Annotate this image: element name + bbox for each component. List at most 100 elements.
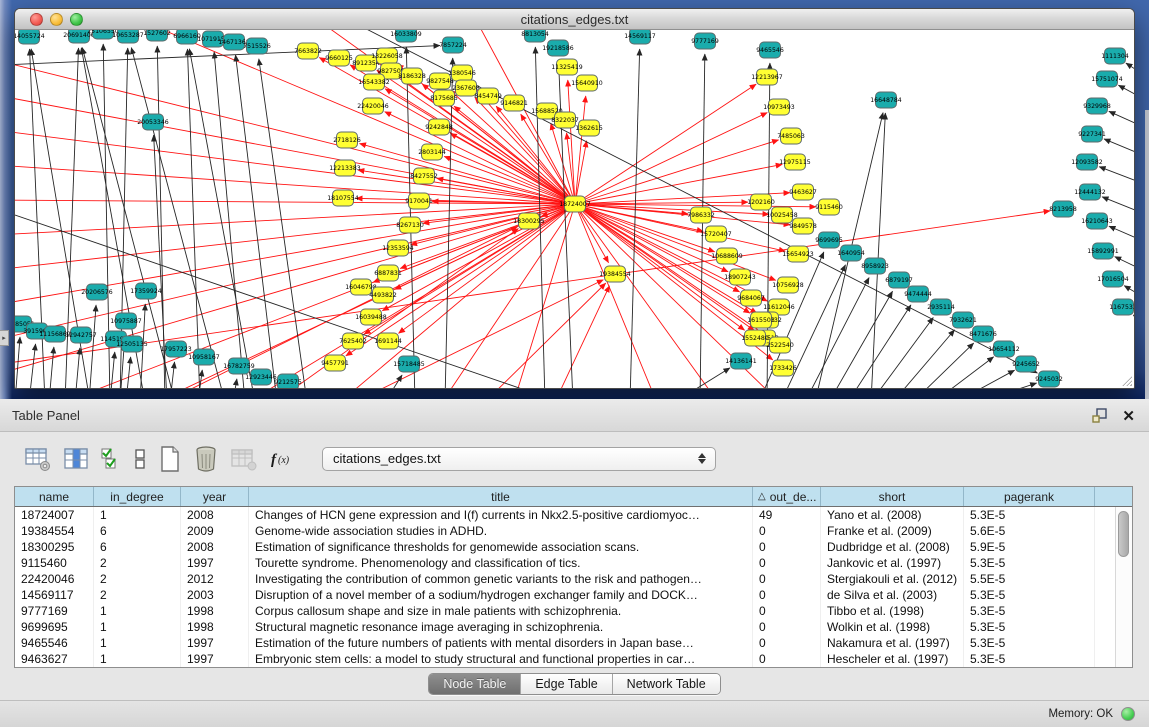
graph-node[interactable]: 6887831 xyxy=(374,265,402,281)
graph-node[interactable]: 12975115 xyxy=(779,154,811,170)
graph-node[interactable]: 1691144 xyxy=(374,333,402,349)
tab-network-table[interactable]: Network Table xyxy=(613,674,720,694)
clear-selection-icon[interactable] xyxy=(133,442,147,476)
graph-node[interactable]: 1552480 xyxy=(741,330,769,346)
graph-node[interactable]: 9329968 xyxy=(1083,98,1111,114)
graph-node[interactable]: 8267130 xyxy=(396,217,424,233)
graph-node[interactable]: 12213967 xyxy=(751,69,783,85)
graph-node[interactable]: 9170041 xyxy=(405,193,433,209)
table-row[interactable]: 1872400712008Changes of HCN gene express… xyxy=(15,507,1115,523)
graph-node[interactable]: 9849578 xyxy=(789,218,817,234)
graph-node[interactable]: 17016504 xyxy=(1097,271,1129,287)
graph-node[interactable]: 9115460 xyxy=(815,199,843,215)
graph-node[interactable]: 20053346 xyxy=(137,114,169,130)
function-builder-icon[interactable]: f (x) xyxy=(269,442,299,476)
graph-node[interactable]: 16648784 xyxy=(870,92,902,108)
graph-node[interactable]: 9242848 xyxy=(425,119,453,135)
graph-node[interactable]: 12942757 xyxy=(65,327,97,343)
graph-node[interactable]: 1111304 xyxy=(1101,48,1129,64)
graph-node[interactable]: 11325419 xyxy=(551,59,583,75)
graph-node[interactable]: 19218586 xyxy=(542,40,574,56)
graph-node[interactable]: 2935114 xyxy=(927,299,955,315)
graph-node[interactable]: 9457791 xyxy=(321,355,349,371)
tab-node-table[interactable]: Node Table xyxy=(429,674,521,694)
graph-node[interactable]: 12093582 xyxy=(1071,154,1103,170)
graph-node[interactable]: 1640954 xyxy=(837,245,865,261)
memory-status-indicator[interactable] xyxy=(1121,707,1135,721)
graph-node[interactable]: 6879197 xyxy=(885,272,913,288)
column-header-short[interactable]: short xyxy=(821,487,964,506)
graph-node[interactable]: 9684067 xyxy=(737,290,765,306)
tab-edge-table[interactable]: Edge Table xyxy=(521,674,612,694)
graph-node[interactable]: 7986332 xyxy=(687,207,715,223)
graph-node[interactable]: 8186328 xyxy=(398,68,426,84)
network-window-titlebar[interactable]: citations_edges.txt xyxy=(15,9,1134,30)
column-header-out-degree[interactable]: △ out_de... xyxy=(753,487,821,506)
graph-node[interactable]: 7857224 xyxy=(439,37,467,53)
minimize-window-button[interactable] xyxy=(50,13,63,26)
graph-node[interactable]: 15751074 xyxy=(1091,71,1123,87)
graph-node[interactable]: 9474444 xyxy=(904,286,932,302)
graph-node[interactable]: 12353594 xyxy=(382,240,414,256)
graph-node[interactable]: 9699695 xyxy=(815,232,843,248)
graph-node[interactable]: 16033809 xyxy=(390,30,422,42)
graph-node[interactable]: 9227341 xyxy=(1078,126,1106,142)
graph-node[interactable]: 10958167 xyxy=(188,349,220,365)
delete-columns-icon[interactable] xyxy=(193,442,219,476)
new-column-icon[interactable] xyxy=(158,442,182,476)
graph-node[interactable]: 7625402 xyxy=(339,333,367,349)
network-graph[interactable]: 1405572420691406251065501065328715276026… xyxy=(15,30,1134,388)
graph-node[interactable]: 8175685 xyxy=(430,90,458,106)
graph-node[interactable]: 2522540 xyxy=(766,337,794,353)
graph-node[interactable]: 1527602 xyxy=(143,30,171,41)
graph-node[interactable]: 9245652 xyxy=(1012,356,1040,372)
graph-node[interactable]: 15720407 xyxy=(700,226,732,242)
graph-node[interactable]: 4493822 xyxy=(369,287,397,303)
graph-node[interactable]: 2803144 xyxy=(418,144,446,160)
graph-node[interactable]: 10756928 xyxy=(772,277,804,293)
table-row[interactable]: 977716911998Corpus callosum shape and si… xyxy=(15,603,1115,619)
graph-node[interactable]: 17359924 xyxy=(130,283,162,299)
graph-node[interactable]: 8471676 xyxy=(969,326,997,342)
graph-node[interactable]: 15654923 xyxy=(782,246,814,262)
graph-node[interactable]: 8958923 xyxy=(861,258,889,274)
table-row[interactable]: 2242004622012Investigating the contribut… xyxy=(15,571,1115,587)
graph-node[interactable]: 18107554 xyxy=(327,190,359,206)
table-row[interactable]: 946554611997Estimation of the future num… xyxy=(15,635,1115,651)
select-all-icon[interactable] xyxy=(100,442,122,476)
graph-node[interactable]: 19384554 xyxy=(599,266,631,282)
graph-node[interactable]: 1615503 xyxy=(747,312,775,328)
column-header-pagerank[interactable]: pagerank xyxy=(964,487,1095,506)
column-header-title[interactable]: title xyxy=(249,487,753,506)
table-row[interactable]: 1456911722003Disruption of a novel membe… xyxy=(15,587,1115,603)
table-selector-dropdown[interactable]: citations_edges.txt xyxy=(322,447,716,471)
zoom-window-button[interactable] xyxy=(70,13,83,26)
graph-node[interactable]: 14055724 xyxy=(15,30,45,44)
graph-node[interactable]: 7932621 xyxy=(949,312,977,328)
graph-node[interactable]: 10654112 xyxy=(988,341,1020,357)
graph-node[interactable]: 8427552 xyxy=(410,168,438,184)
graph-node[interactable]: 8813054 xyxy=(521,30,549,42)
table-row[interactable]: 911546021997Tourette syndrome. Phenomeno… xyxy=(15,555,1115,571)
table-mode-icon[interactable] xyxy=(24,442,52,476)
graph-node[interactable]: 9463627 xyxy=(789,184,817,200)
graph-node[interactable]: 9212575 xyxy=(274,374,302,388)
graph-node[interactable]: 16210643 xyxy=(1081,213,1113,229)
graph-node[interactable]: 7663822 xyxy=(294,43,322,59)
graph-node[interactable]: 9465546 xyxy=(756,42,784,58)
graph-node[interactable]: 16782759 xyxy=(223,358,255,374)
network-view[interactable]: 1405572420691406251065501065328715276026… xyxy=(15,30,1134,388)
graph-node[interactable]: 9777169 xyxy=(691,33,719,49)
graph-node[interactable]: 1167533 xyxy=(1109,299,1134,315)
graph-node[interactable]: 14136141 xyxy=(725,353,757,369)
graph-node[interactable]: 10975887 xyxy=(110,313,142,329)
graph-node[interactable]: 9146821 xyxy=(500,95,528,111)
graph-node[interactable]: 10653287 xyxy=(112,30,144,43)
import-table-icon[interactable] xyxy=(230,442,258,476)
graph-node[interactable]: 1362615 xyxy=(575,120,603,136)
graph-node[interactable]: 22420046 xyxy=(357,98,389,114)
graph-node[interactable]: 10973493 xyxy=(763,99,795,115)
table-row[interactable]: 1830029562008Estimation of significance … xyxy=(15,539,1115,555)
graph-node[interactable]: 8454749 xyxy=(474,88,502,104)
graph-node[interactable]: 2718126 xyxy=(333,132,361,148)
